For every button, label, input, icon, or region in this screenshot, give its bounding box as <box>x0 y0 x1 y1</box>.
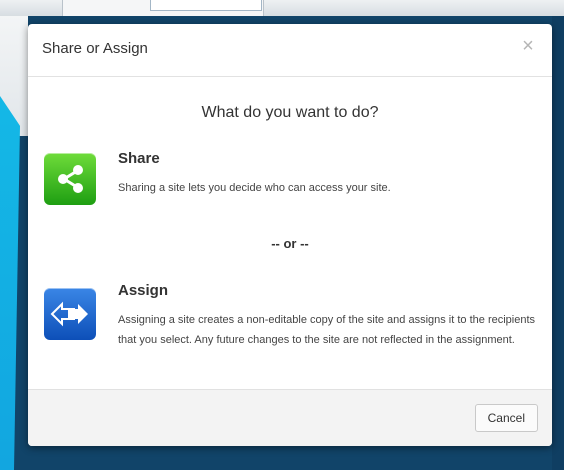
swap-arrows-icon[interactable] <box>44 288 96 340</box>
or-divider: -- or -- <box>271 236 309 251</box>
share-title[interactable]: Share <box>118 150 160 167</box>
dialog-title: Share or Assign <box>42 40 148 57</box>
cancel-button[interactable]: Cancel <box>474 404 538 432</box>
dialog-question: What do you want to do? <box>201 104 379 121</box>
close-icon[interactable]: × <box>518 36 538 56</box>
assign-description: Assigning a site creates a non-editable … <box>118 314 536 346</box>
background-strip <box>552 16 564 470</box>
background-page <box>0 0 564 16</box>
assign-title[interactable]: Assign <box>118 282 168 299</box>
background-accent <box>0 96 20 470</box>
dialog-footer: Cancel <box>28 389 552 446</box>
share-or-assign-dialog: Share or Assign × What do you want to do… <box>28 24 552 446</box>
background-tab-inner <box>150 0 262 11</box>
share-icon[interactable] <box>44 153 96 205</box>
dialog-header: Share or Assign × <box>28 24 552 77</box>
share-description: Sharing a site lets you decide who can a… <box>118 182 391 194</box>
